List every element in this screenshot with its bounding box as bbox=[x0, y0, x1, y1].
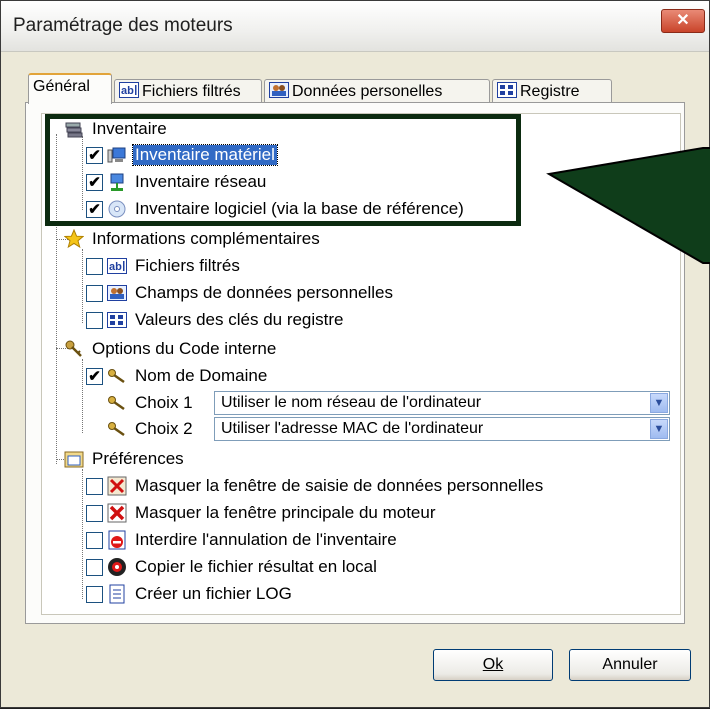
annotation-callout-arrow bbox=[546, 147, 710, 264]
settings-dialog: Paramétrage des moteurs ✕ Général ab Fic… bbox=[0, 0, 710, 708]
